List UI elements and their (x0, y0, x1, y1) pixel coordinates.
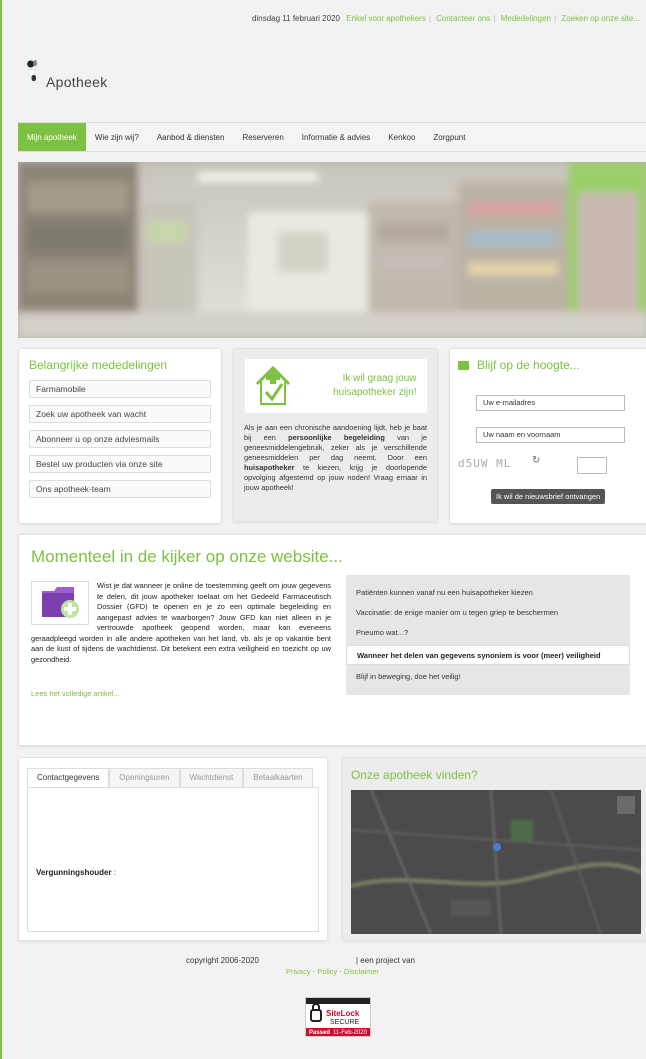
site-logo[interactable]: Apotheek (24, 60, 134, 110)
nav-zorgpunt[interactable]: Zorgpunt (424, 123, 474, 151)
license-holder-label: Vergunningshouder : (36, 868, 117, 877)
refresh-captcha-icon[interactable]: ↻ (532, 455, 540, 466)
svg-text:SiteLock: SiteLock (326, 1009, 360, 1018)
link-contact[interactable]: Contacteer ons (436, 14, 490, 23)
link-announcements[interactable]: Mededelingen (501, 14, 551, 23)
main-navigation: Mijn apotheek Wie zijn wij? Aanbod & die… (18, 122, 646, 152)
house-check-icon (255, 365, 290, 405)
house-pharmacist-text: Als je aan een chronische aandoening lij… (244, 423, 427, 492)
read-more-link[interactable]: Lees het volledige artikel... (31, 689, 120, 698)
svg-text:11-Feb-2020: 11-Feb-2020 (333, 1030, 368, 1036)
spotlight-item[interactable]: Blijf in beweging, doe het veilig! (346, 667, 630, 687)
notice-link-farmamobile[interactable]: Farmamobile (29, 380, 211, 398)
nav-about-us[interactable]: Wie zijn wij? (86, 123, 148, 151)
project-text: | een project van (356, 956, 416, 965)
tab-contact-details[interactable]: Contactgegevens (27, 768, 110, 787)
spotlight-panel: Momenteel in de kijker op onze website..… (18, 534, 646, 746)
banner-line-1: Ik wil graag jouw (342, 373, 417, 384)
nav-kenkoo[interactable]: Kenkoo (379, 123, 424, 151)
spotlight-list: Patiënten kunnen vanaf nu een huisapothe… (346, 575, 630, 695)
sitelock-badge-icon: SiteLock SECURE Passed 11-Feb-2020 (306, 998, 370, 1036)
hero-pharmacy-photo (18, 162, 646, 338)
nav-my-pharmacy[interactable]: Mijn apotheek (18, 123, 86, 151)
announcements-title: Belangrijke mededelingen (29, 358, 168, 372)
email-field[interactable]: Uw e-mailadres (476, 395, 625, 411)
map-title: Onze apotheek vinden? (351, 768, 478, 782)
svg-text:Passed: Passed (309, 1030, 330, 1036)
tab-payment-cards[interactable]: Betaalkaarten (243, 768, 313, 787)
link-site-search[interactable]: Zoeken op onze site... (561, 14, 640, 23)
contact-panel: Contactgegevens Openingsuren Wachtdienst… (18, 757, 328, 941)
newsletter-title: Blijf op de hoogte... (477, 358, 580, 372)
banner-line-2: huisapotheker zijn! (333, 387, 417, 398)
captcha-image: d5UW ML (458, 457, 512, 470)
nav-offer-services[interactable]: Aanbod & diensten (148, 123, 234, 151)
contact-tab-content: Vergunningshouder : (27, 787, 319, 932)
pharmacy-interior-image (18, 162, 646, 338)
spotlight-item[interactable]: Vaccinatie: de enige manier om u tegen g… (346, 603, 630, 623)
sitelock-seal[interactable]: SiteLock SECURE Passed 11-Feb-2020 (305, 997, 371, 1037)
spotlight-article: Wist je dat wanneer je online de toestem… (31, 581, 331, 665)
current-date: dinsdag 11 februari 2020 (252, 14, 340, 23)
notice-link-team[interactable]: Ons apotheek-team (29, 480, 211, 498)
brand-name: Apotheek (46, 74, 108, 90)
tab-opening-hours[interactable]: Openingsuren (109, 768, 180, 787)
svg-text:SECURE: SECURE (330, 1019, 360, 1026)
spotlight-title: Momenteel in de kijker op onze website..… (31, 547, 343, 566)
nav-info-advice[interactable]: Informatie & advies (293, 123, 379, 151)
map-panel: Onze apotheek vinden? (342, 757, 646, 941)
spotlight-item-active[interactable]: Wanneer het delen van gegevens synoniem … (346, 645, 630, 665)
link-pharmacists-only[interactable]: Enkel voor apothekers (346, 14, 426, 23)
captcha-input[interactable] (577, 457, 607, 474)
subscribe-newsletter-button[interactable]: Ik wil de nieuwsbrief ontvangen (491, 489, 606, 504)
tab-on-duty[interactable]: Wachtdienst (179, 768, 244, 787)
folder-shared-file-icon (31, 581, 89, 625)
location-map[interactable] (351, 790, 641, 934)
house-pharmacist-panel: Ik wil graag jouw huisapotheker zijn! Al… (233, 348, 438, 522)
spotlight-item[interactable]: Patiënten kunnen vanaf nu een huisapothe… (346, 583, 630, 603)
contact-tabs: Contactgegevens Openingsuren Wachtdienst… (27, 768, 319, 787)
spotlight-item[interactable]: Pneumo wat...? (346, 623, 630, 643)
name-field[interactable]: Uw naam en voornaam (476, 427, 625, 443)
copyright-text: copyright 2006-2020 (186, 956, 259, 965)
map-image (351, 790, 641, 934)
newsletter-panel: Blijf op de hoogte... Uw e-mailadres Uw … (449, 348, 646, 524)
notice-link-on-duty[interactable]: Zoek uw apotheek van wacht (29, 405, 211, 423)
notice-link-order[interactable]: Bestel uw producten via onze site (29, 455, 211, 473)
fullscreen-icon (617, 796, 635, 814)
nav-reserve[interactable]: Reserveren (233, 123, 292, 151)
privacy-policy-disclaimer-link[interactable]: Privacy - Policy - Disclaimer (286, 967, 379, 976)
announcements-panel: Belangrijke mededelingen Farmamobile Zoe… (18, 348, 222, 524)
pill-logo-icon (27, 60, 37, 82)
envelope-icon (458, 360, 469, 370)
notice-link-subscribe[interactable]: Abonneer u op onze adviesmails (29, 430, 211, 448)
house-pharmacist-banner[interactable]: Ik wil graag jouw huisapotheker zijn! (244, 359, 427, 413)
utility-bar: dinsdag 11 februari 2020 Enkel voor apot… (252, 14, 640, 23)
map-marker-icon (493, 843, 501, 851)
